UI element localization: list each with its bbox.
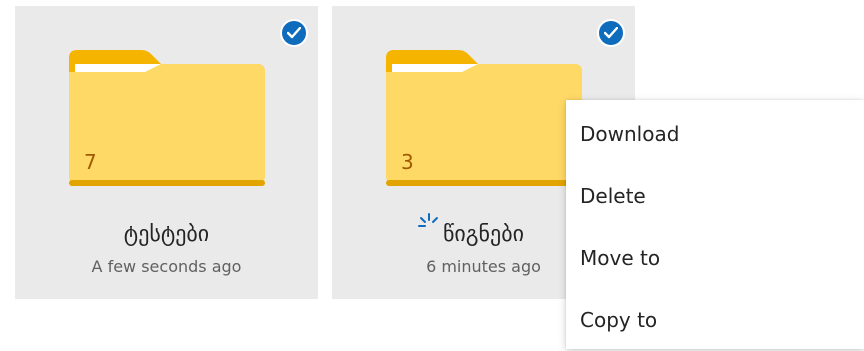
folder-name[interactable]: ტესტები [15, 222, 318, 247]
menu-item-delete[interactable]: Delete [566, 165, 864, 227]
folder-tile[interactable]: 7 ტესტები A few seconds ago [15, 6, 318, 299]
folder-icon: 3 [386, 48, 582, 186]
selected-checkmark-icon[interactable] [597, 19, 625, 47]
context-menu: Download Delete Move to Copy to [566, 100, 864, 349]
folder-item-count: 3 [401, 150, 414, 174]
menu-item-move-to[interactable]: Move to [566, 227, 864, 289]
folder-icon: 7 [69, 48, 265, 186]
menu-item-download[interactable]: Download [566, 103, 864, 165]
menu-item-copy-to[interactable]: Copy to [566, 289, 864, 351]
folder-item-count: 7 [84, 150, 97, 174]
selected-checkmark-icon[interactable] [280, 19, 308, 47]
folder-modified: A few seconds ago [91, 257, 242, 276]
